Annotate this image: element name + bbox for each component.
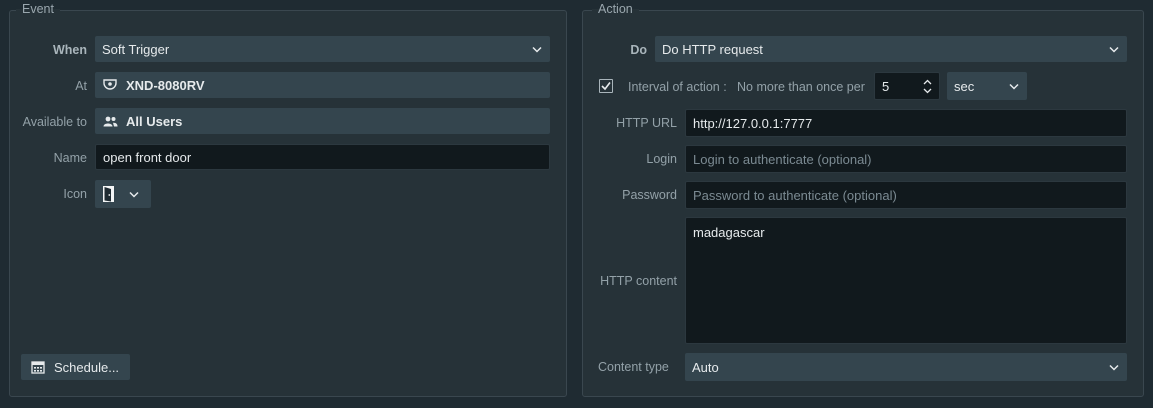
at-label: At — [75, 79, 87, 93]
password-input[interactable]: Password to authenticate (optional) — [685, 181, 1127, 209]
interval-spinbox[interactable]: 5 — [874, 72, 940, 100]
content-type-label: Content type — [598, 360, 669, 374]
event-panel: Event When Soft Trigger At XND-8080RV Av… — [9, 2, 567, 397]
interval-value: 5 — [882, 78, 890, 94]
interval-unit-dropdown[interactable]: sec — [947, 72, 1027, 100]
icon-label: Icon — [63, 187, 87, 201]
door-icon — [102, 185, 118, 203]
http-url-label: HTTP URL — [616, 116, 677, 130]
when-label: When — [52, 43, 87, 57]
login-placeholder: Login to authenticate (optional) — [693, 151, 872, 167]
http-content-textarea[interactable]: madagascar — [685, 217, 1127, 344]
do-value: Do HTTP request — [662, 41, 763, 57]
action-panel: Action Do Do HTTP request Interval of ac… — [582, 2, 1144, 397]
when-value: Soft Trigger — [102, 41, 170, 57]
login-input[interactable]: Login to authenticate (optional) — [685, 145, 1127, 173]
available-to-label: Available to — [22, 115, 87, 129]
at-value: XND-8080RV — [126, 77, 205, 93]
name-value: open front door — [103, 149, 192, 165]
http-url-value: http://127.0.0.1:7777 — [693, 115, 813, 131]
interval-text: No more than once per — [737, 80, 865, 94]
chevron-down-icon — [531, 43, 543, 55]
available-to-value: All Users — [126, 113, 183, 129]
name-label: Name — [53, 151, 87, 165]
event-panel-title: Event — [16, 2, 60, 16]
at-device-field[interactable]: XND-8080RV — [95, 72, 550, 98]
name-input[interactable]: open front door — [95, 144, 550, 170]
password-label: Password — [622, 188, 677, 202]
icon-picker[interactable] — [95, 180, 151, 208]
schedule-button-label: Schedule... — [54, 359, 120, 375]
schedule-button[interactable]: Schedule... — [21, 354, 130, 380]
when-dropdown[interactable]: Soft Trigger — [95, 36, 550, 62]
content-type-value: Auto — [692, 359, 719, 375]
interval-label: Interval of action : — [628, 80, 727, 94]
users-icon — [102, 113, 118, 129]
http-url-input[interactable]: http://127.0.0.1:7777 — [685, 109, 1127, 137]
chevron-down-icon — [1108, 43, 1120, 55]
http-content-label: HTTP content — [600, 274, 677, 288]
camera-dome-icon — [102, 77, 118, 93]
available-to-field[interactable]: All Users — [95, 108, 550, 134]
chevron-down-icon — [1008, 80, 1020, 92]
spin-down-icon[interactable] — [923, 88, 932, 94]
login-label: Login — [646, 152, 677, 166]
password-placeholder: Password to authenticate (optional) — [693, 187, 897, 203]
calendar-icon — [30, 359, 46, 375]
chevron-down-icon — [1108, 361, 1120, 373]
interval-unit-value: sec — [954, 78, 975, 94]
checkmark-icon — [601, 82, 611, 91]
http-content-value: madagascar — [693, 225, 765, 240]
do-label: Do — [630, 43, 647, 57]
spin-up-icon[interactable] — [923, 79, 932, 85]
chevron-down-icon — [128, 188, 140, 200]
do-dropdown[interactable]: Do HTTP request — [655, 36, 1127, 62]
interval-checkbox[interactable] — [599, 79, 613, 93]
action-panel-title: Action — [592, 2, 639, 16]
content-type-dropdown[interactable]: Auto — [685, 353, 1127, 381]
